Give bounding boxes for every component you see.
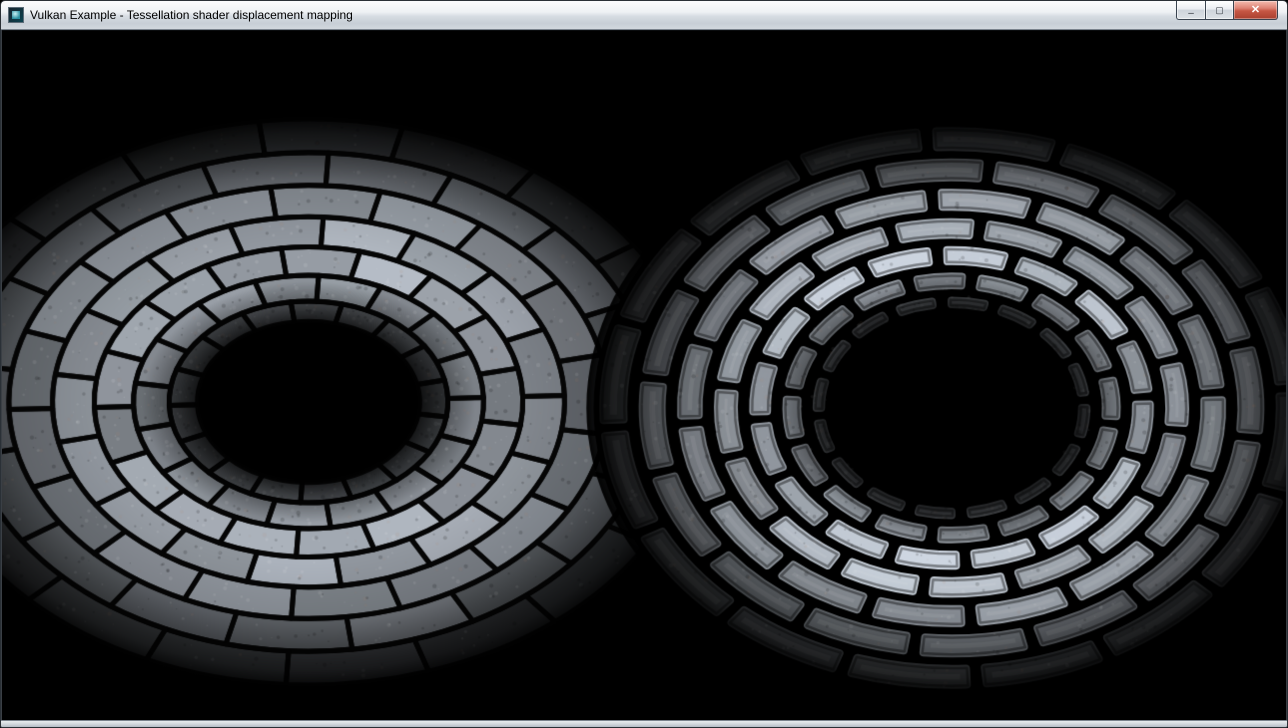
vulkan-render-canvas[interactable] — [2, 31, 1286, 720]
close-button[interactable]: ✕ — [1233, 1, 1278, 20]
window-controls: – ▢ ✕ — [1176, 1, 1278, 20]
window-title: Vulkan Example - Tessellation shader dis… — [30, 8, 353, 22]
maximize-button[interactable]: ▢ — [1205, 1, 1233, 20]
window-frame-left — [1, 30, 2, 720]
window-frame-bottom — [1, 720, 1287, 727]
render-viewport[interactable] — [2, 31, 1286, 720]
window-frame-right — [1286, 30, 1287, 720]
minimize-button[interactable]: – — [1176, 1, 1205, 20]
titlebar[interactable]: Vulkan Example - Tessellation shader dis… — [1, 1, 1287, 30]
app-icon — [8, 7, 24, 23]
app-window: Vulkan Example - Tessellation shader dis… — [0, 0, 1288, 728]
